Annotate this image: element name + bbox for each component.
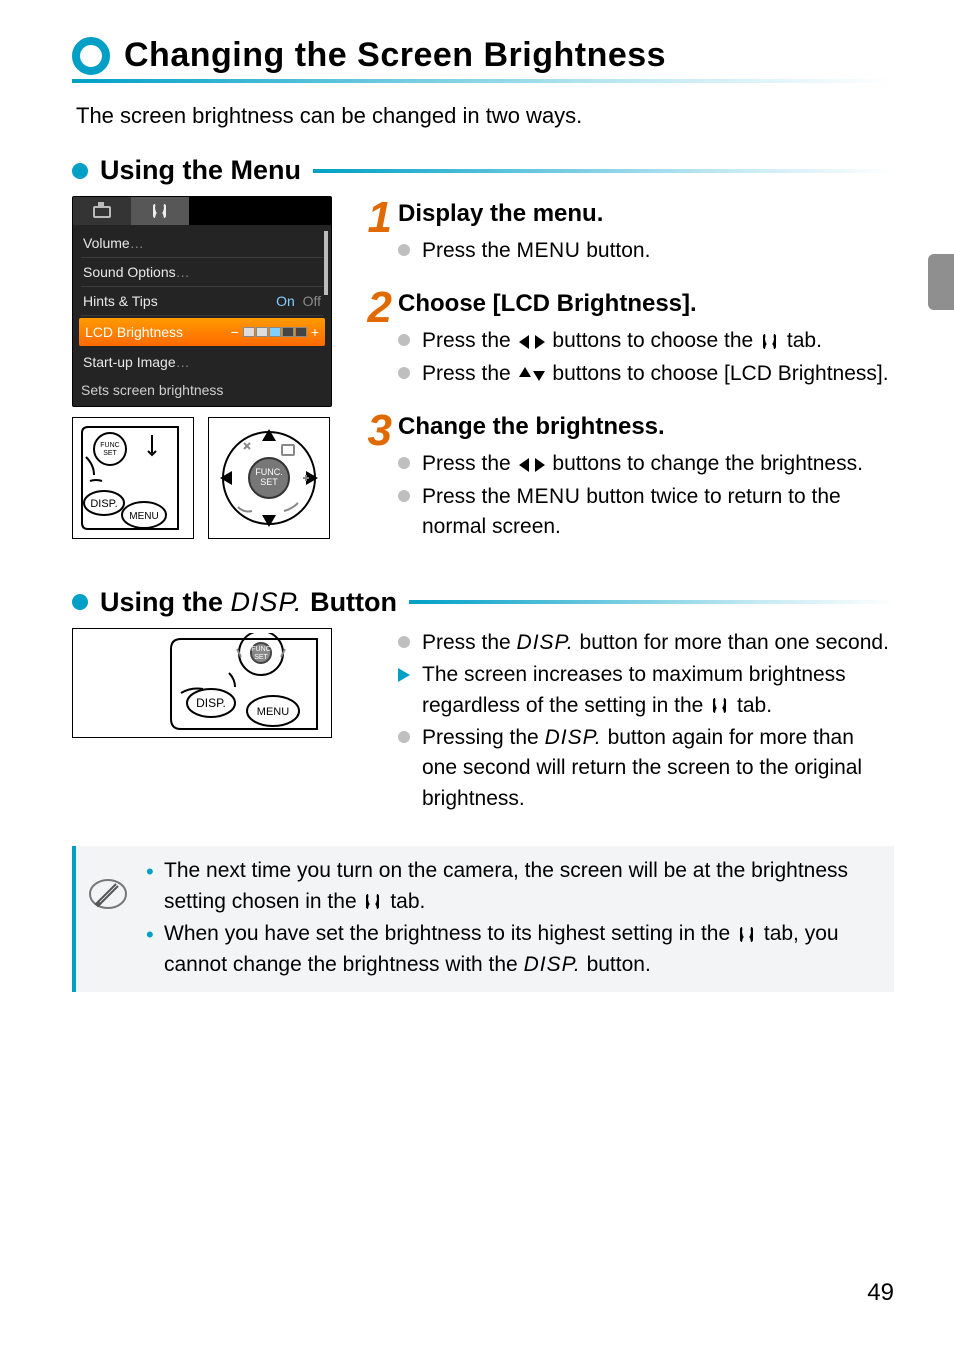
step-number-2: 2 bbox=[356, 286, 392, 403]
left-right-icon bbox=[519, 457, 545, 473]
svg-text:SET: SET bbox=[260, 477, 278, 487]
left-right-icon bbox=[519, 334, 545, 350]
note-item-1: The next time you turn on the camera, th… bbox=[146, 856, 878, 917]
note-item-2: When you have set the brightness to its … bbox=[146, 919, 878, 980]
step2-bullet2: Press the buttons to choose [LCD Brightn… bbox=[398, 359, 889, 389]
menu-glyph: MENU bbox=[517, 485, 581, 508]
heading-underline bbox=[72, 79, 894, 83]
intro-text: The screen brightness can be changed in … bbox=[76, 103, 894, 129]
section-heading-disp: Using the DISP. Button bbox=[72, 587, 894, 618]
menu-item-hints: Hints & Tips On Off bbox=[81, 287, 323, 316]
result-triangle-icon bbox=[398, 668, 410, 682]
step-title-1: Display the menu. bbox=[398, 200, 650, 228]
menu-scrollbar bbox=[324, 231, 328, 295]
camera-back-diagram: DISP. MENU FUNC SET bbox=[72, 417, 194, 539]
page-number: 49 bbox=[867, 1279, 894, 1307]
dpad-diagram: FUNC. SET bbox=[208, 417, 330, 539]
svg-text:MENU: MENU bbox=[257, 706, 289, 718]
svg-text:SET: SET bbox=[254, 654, 268, 661]
menu-hint-text: Sets screen brightness bbox=[73, 378, 331, 406]
disp-glyph: DISP. bbox=[545, 726, 602, 749]
section-heading-menu: Using the Menu bbox=[72, 155, 894, 186]
svg-text:DISP.: DISP. bbox=[196, 696, 226, 710]
menu-glyph: MENU bbox=[517, 239, 581, 262]
thumb-tab bbox=[928, 254, 954, 310]
section-title-disp: Using the DISP. Button bbox=[100, 587, 397, 618]
step-title-3: Change the brightness. bbox=[398, 413, 894, 441]
step-number-1: 1 bbox=[356, 196, 392, 280]
menu-item-sound: Sound Options… bbox=[81, 258, 323, 287]
pencil-note-icon bbox=[88, 874, 128, 919]
tools-icon bbox=[738, 926, 756, 944]
disp-bullet1: Press the DISP. button for more than one… bbox=[398, 628, 894, 658]
svg-text:FUNC.: FUNC. bbox=[255, 467, 283, 477]
svg-text:MENU: MENU bbox=[129, 511, 158, 522]
menu-item-lcd-brightness: LCD Brightness − + bbox=[79, 318, 325, 346]
menu-item-startup: Start-up Image… bbox=[81, 348, 323, 376]
brightness-slider: − + bbox=[231, 324, 319, 340]
page-heading: Changing the Screen Brightness bbox=[124, 36, 666, 75]
heading-bullet-icon bbox=[72, 37, 110, 75]
step1-bullet1: Press the MENU button. bbox=[398, 236, 650, 266]
section-title: Using the Menu bbox=[100, 155, 301, 186]
note-box: The next time you turn on the camera, th… bbox=[72, 846, 894, 992]
menu-tab-camera bbox=[73, 197, 131, 225]
section-rule bbox=[409, 600, 894, 604]
camera-menu-mock: Volume… Sound Options… Hints & Tips On O… bbox=[72, 196, 332, 407]
svg-text:FUNC: FUNC bbox=[100, 442, 119, 449]
svg-text:DISP.: DISP. bbox=[90, 498, 117, 510]
step-number-3: 3 bbox=[356, 409, 392, 556]
camera-icon bbox=[93, 204, 111, 218]
up-down-icon bbox=[519, 367, 545, 381]
step3-bullet2: Press the MENU button twice to return to… bbox=[398, 482, 894, 543]
section-bullet-icon bbox=[72, 594, 88, 610]
tools-icon bbox=[150, 202, 170, 220]
menu-tab-tools bbox=[131, 197, 189, 225]
tools-icon bbox=[711, 697, 729, 715]
step-title-2: Choose [LCD Brightness]. bbox=[398, 290, 889, 318]
camera-back-diagram-disp: FUNC SET DISP. MENU bbox=[72, 628, 332, 738]
menu-item-volume: Volume… bbox=[81, 229, 323, 258]
step2-bullet1: Press the buttons to choose the tab. bbox=[398, 326, 889, 356]
svg-text:SET: SET bbox=[103, 450, 117, 457]
disp-glyph: DISP. bbox=[524, 953, 581, 976]
disp-bullet3: Pressing the DISP. button again for more… bbox=[398, 723, 894, 814]
tools-icon bbox=[761, 333, 779, 351]
disp-glyph: DISP. bbox=[517, 631, 574, 654]
section-bullet-icon bbox=[72, 163, 88, 179]
svg-text:FUNC: FUNC bbox=[251, 646, 270, 653]
tools-icon bbox=[364, 893, 382, 911]
step3-bullet1: Press the buttons to change the brightne… bbox=[398, 449, 894, 479]
section-rule bbox=[313, 169, 894, 173]
page-heading-row: Changing the Screen Brightness bbox=[72, 36, 894, 75]
disp-bullet2: The screen increases to maximum brightne… bbox=[398, 660, 894, 721]
